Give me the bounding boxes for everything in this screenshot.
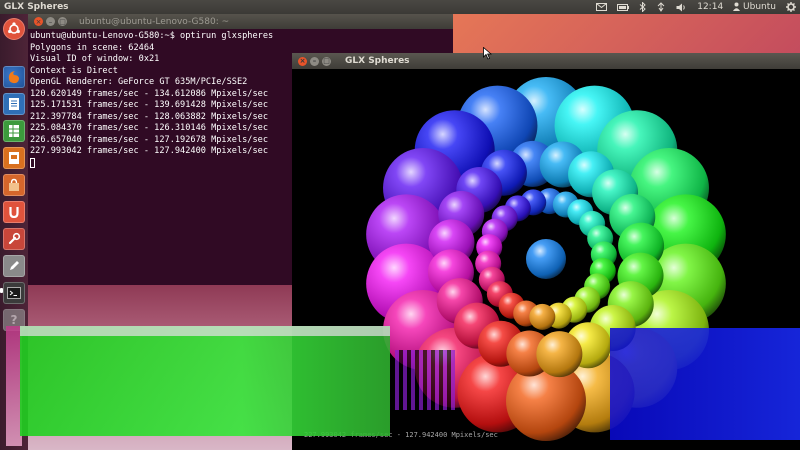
sphere — [526, 239, 566, 279]
mouse-pointer — [483, 45, 493, 64]
close-icon[interactable]: × — [34, 17, 43, 26]
battery-icon[interactable] — [617, 3, 630, 11]
terminal-icon[interactable] — [3, 282, 25, 304]
system-tray: 12:14 Ubuntu — [596, 0, 796, 14]
volume-icon[interactable] — [676, 3, 687, 12]
user-menu[interactable]: Ubuntu — [733, 0, 776, 14]
sphere — [529, 303, 556, 330]
ubuntu-logo-icon[interactable] — [3, 18, 25, 40]
user-name: Ubuntu — [743, 2, 776, 12]
user-icon — [733, 2, 741, 11]
render-glitch — [20, 326, 390, 436]
terminal-titlebar[interactable]: × – □ ubuntu@ubuntu-Lenovo-G580: ~ — [28, 14, 453, 29]
document-icon[interactable] — [3, 93, 25, 115]
render-glitch — [20, 326, 390, 336]
bluetooth-icon[interactable] — [639, 2, 646, 12]
pencil-icon[interactable] — [3, 255, 25, 277]
maximize-icon[interactable]: □ — [58, 17, 67, 26]
terminal-title: ubuntu@ubuntu-Lenovo-G580: ~ — [79, 16, 230, 27]
close-icon[interactable]: × — [298, 56, 307, 66]
terminal-cursor — [30, 157, 35, 168]
network-icon[interactable] — [656, 2, 666, 12]
glx-title: GLX Spheres — [345, 56, 410, 66]
presentation-icon[interactable] — [3, 147, 25, 169]
terminal-line: ubuntu@ubuntu-Lenovo-G580:~$ optirun glx… — [30, 31, 274, 41]
render-glitch — [610, 328, 800, 440]
render-glitch — [395, 350, 455, 410]
maximize-icon[interactable]: □ — [322, 56, 331, 66]
wrench-icon[interactable] — [3, 228, 25, 250]
spreadsheet-icon[interactable] — [3, 120, 25, 142]
minimize-icon[interactable]: – — [46, 17, 55, 26]
clock[interactable]: 12:14 — [697, 0, 723, 14]
firefox-icon[interactable] — [3, 66, 25, 88]
sphere — [536, 331, 583, 378]
gear-icon[interactable] — [786, 2, 796, 12]
panel-app-title: GLX Spheres — [4, 2, 69, 12]
glx-titlebar[interactable]: × – □ GLX Spheres — [292, 53, 800, 69]
top-panel: GLX Spheres 12:14 Ubuntu — [0, 0, 800, 14]
mail-icon[interactable] — [596, 3, 608, 11]
ubuntu-one-icon[interactable] — [3, 201, 25, 223]
minimize-icon[interactable]: – — [310, 56, 319, 66]
bag-icon[interactable] — [3, 174, 25, 196]
